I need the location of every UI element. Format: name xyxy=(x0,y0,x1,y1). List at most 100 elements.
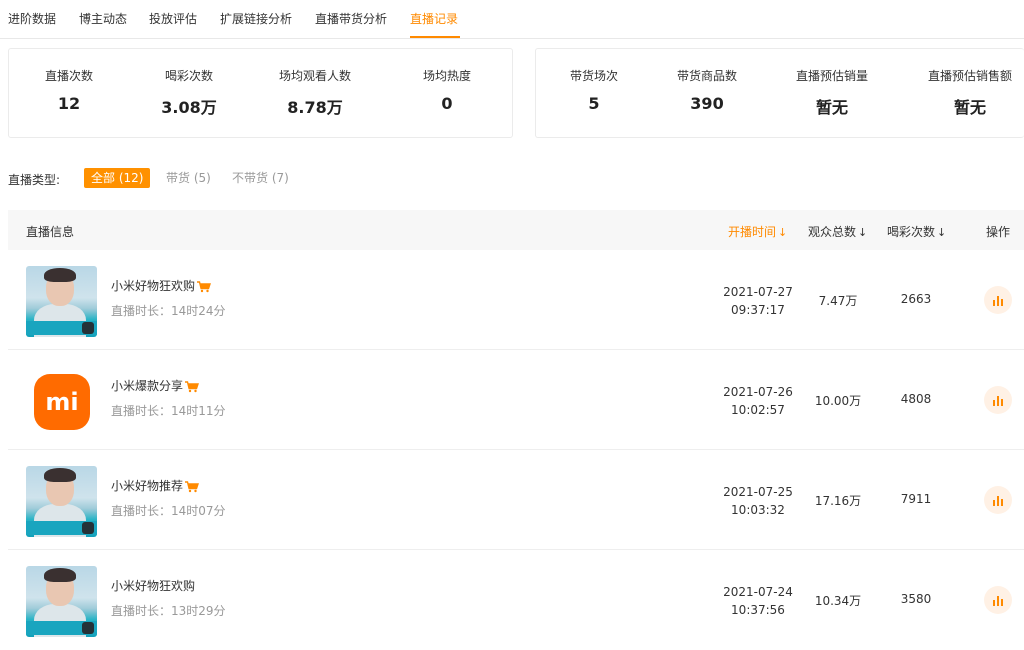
tab-live-sales-analysis[interactable]: 直播带货分析 xyxy=(315,10,387,27)
table-row[interactable]: 小米好物狂欢购 直播时长：14时24分 2021-07-27 09:37:17 7… xyxy=(8,250,1024,350)
cheer-count: 4808 xyxy=(900,392,932,406)
live-duration: 直播时长：13时29分 xyxy=(111,604,226,618)
viewer-total: 10.00万 xyxy=(814,394,862,408)
live-title[interactable]: 小米爆款分享 xyxy=(111,377,199,394)
table-row[interactable]: mi 小米爆款分享 直播时长：14时11分 2021-07-26 10:02:57… xyxy=(8,350,1024,450)
header-action: 操作 xyxy=(986,225,1011,239)
stat-label: 直播次数 xyxy=(44,69,93,83)
view-analysis-button[interactable] xyxy=(984,586,1012,614)
view-analysis-button[interactable] xyxy=(984,286,1012,314)
tab-live-records[interactable]: 直播记录 xyxy=(410,10,458,27)
stat-live-count: 直播次数 12 xyxy=(9,67,129,113)
live-thumbnail[interactable] xyxy=(26,566,97,637)
live-duration: 直播时长：14时24分 xyxy=(111,304,226,318)
header-viewers-sort[interactable]: 观众总数 ↓ xyxy=(808,223,867,240)
table-header: 直播信息 开播时间 ↓ 观众总数 ↓ 喝彩次数 ↓ 操作 xyxy=(8,210,1024,250)
filter-label: 直播类型: xyxy=(8,173,61,187)
live-duration: 直播时长：14时11分 xyxy=(111,404,226,418)
stat-avg-heat: 场均热度 0 xyxy=(387,67,507,113)
live-title-text[interactable]: 小米好物推荐 xyxy=(111,479,183,493)
tab-blogger-updates[interactable]: 博主动态 xyxy=(79,10,127,27)
live-start-time: 2021-07-25 10:03:32 xyxy=(713,483,803,519)
cheer-count: 2663 xyxy=(900,292,932,306)
start-clock: 10:03:32 xyxy=(731,503,785,517)
bar-chart-icon xyxy=(993,596,1003,606)
filter-without-sales-button[interactable]: 不带货 (7) xyxy=(232,168,289,188)
stat-value: 暂无 xyxy=(953,98,986,117)
start-clock: 10:02:57 xyxy=(731,403,785,417)
sort-down-icon: ↓ xyxy=(778,226,788,239)
viewer-total: 17.16万 xyxy=(814,494,862,508)
start-date: 2021-07-25 xyxy=(723,485,793,499)
view-analysis-button[interactable] xyxy=(984,386,1012,414)
mi-logo: mi xyxy=(34,374,90,430)
table-row[interactable]: 小米好物推荐 直播时长：14时07分 2021-07-25 10:03:32 17… xyxy=(8,450,1024,550)
table-row[interactable]: 小米好物狂欢购 直播时长：13时29分 2021-07-24 10:37:56 1… xyxy=(8,550,1024,650)
stat-est-sales-revenue: 直播预估销售额 暂无 xyxy=(910,67,1024,118)
active-tab-indicator xyxy=(410,36,460,38)
stat-label: 带货商品数 xyxy=(676,69,737,83)
live-stats-card: 直播次数 12 喝彩次数 3.08万 场均观看人数 8.78万 场均热度 0 xyxy=(8,48,513,138)
live-title-text[interactable]: 小米好物狂欢购 xyxy=(111,279,195,293)
stat-label: 直播预估销售额 xyxy=(927,69,1012,83)
stat-value: 390 xyxy=(690,94,724,113)
stat-label: 带货场次 xyxy=(569,69,618,83)
header-label: 观众总数 xyxy=(808,225,857,239)
stat-label: 喝彩次数 xyxy=(164,69,213,83)
live-title[interactable]: 小米好物狂欢购 xyxy=(111,277,211,294)
header-start-time-sort[interactable]: 开播时间 ↓ xyxy=(728,223,787,240)
tab-advanced-data[interactable]: 进阶数据 xyxy=(8,10,56,27)
live-title[interactable]: 小米好物狂欢购 xyxy=(111,577,195,594)
filter-all-button[interactable]: 全部 (12) xyxy=(84,168,151,188)
sort-down-icon: ↓ xyxy=(858,226,868,239)
live-thumbnail[interactable] xyxy=(26,466,97,537)
stat-value: 8.78万 xyxy=(287,98,343,117)
stat-est-sales-volume: 直播预估销量 暂无 xyxy=(772,67,892,118)
stat-value: 12 xyxy=(57,94,81,113)
stat-cheer-count: 喝彩次数 3.08万 xyxy=(129,67,249,118)
live-start-time: 2021-07-24 10:37:56 xyxy=(713,583,803,619)
live-title-text[interactable]: 小米好物狂欢购 xyxy=(111,579,195,593)
stat-label: 场均热度 xyxy=(422,69,471,83)
bar-chart-icon xyxy=(993,496,1003,506)
bar-chart-icon xyxy=(993,396,1003,406)
stat-product-count: 带货商品数 390 xyxy=(647,67,767,113)
sales-stats-card: 带货场次 5 带货商品数 390 直播预估销量 暂无 直播预估销售额 暂无 xyxy=(535,48,1024,138)
viewer-total: 10.34万 xyxy=(814,594,862,608)
cheer-count: 3580 xyxy=(900,592,932,606)
header-label: 开播时间 xyxy=(728,225,777,239)
viewer-total: 7.47万 xyxy=(818,294,858,308)
bar-chart-icon xyxy=(993,296,1003,306)
cheer-count: 7911 xyxy=(900,492,932,506)
live-thumbnail[interactable] xyxy=(26,266,97,337)
shopping-cart-icon xyxy=(185,380,199,392)
tab-extended-link-analysis[interactable]: 扩展链接分析 xyxy=(220,10,292,27)
filter-with-sales-button[interactable]: 带货 (5) xyxy=(166,168,211,188)
stat-label: 场均观看人数 xyxy=(278,69,351,83)
stat-label: 直播预估销量 xyxy=(795,69,868,83)
stat-sales-sessions: 带货场次 5 xyxy=(534,67,654,113)
stat-avg-viewers: 场均观看人数 8.78万 xyxy=(255,67,375,118)
live-start-time: 2021-07-26 10:02:57 xyxy=(713,383,803,419)
top-tab-bar: 进阶数据 博主动态 投放评估 扩展链接分析 直播带货分析 直播记录 xyxy=(0,0,1024,39)
live-title-text[interactable]: 小米爆款分享 xyxy=(111,379,183,393)
tab-ad-evaluation[interactable]: 投放评估 xyxy=(149,10,197,27)
live-duration: 直播时长：14时07分 xyxy=(111,504,226,518)
header-cheers-sort[interactable]: 喝彩次数 ↓ xyxy=(887,223,946,240)
header-live-info: 直播信息 xyxy=(26,225,75,239)
start-clock: 10:37:56 xyxy=(731,603,785,617)
stat-value: 0 xyxy=(441,94,453,113)
stat-value: 暂无 xyxy=(815,98,848,117)
sort-down-icon: ↓ xyxy=(937,226,947,239)
live-start-time: 2021-07-27 09:37:17 xyxy=(713,283,803,319)
start-clock: 09:37:17 xyxy=(731,303,785,317)
shopping-cart-icon xyxy=(197,280,211,292)
shopping-cart-icon xyxy=(185,480,199,492)
view-analysis-button[interactable] xyxy=(984,486,1012,514)
stat-value: 5 xyxy=(588,94,600,113)
header-label: 喝彩次数 xyxy=(887,225,936,239)
stat-value: 3.08万 xyxy=(161,98,217,117)
live-title[interactable]: 小米好物推荐 xyxy=(111,477,199,494)
live-thumbnail[interactable]: mi xyxy=(26,366,97,437)
start-date: 2021-07-24 xyxy=(723,585,793,599)
